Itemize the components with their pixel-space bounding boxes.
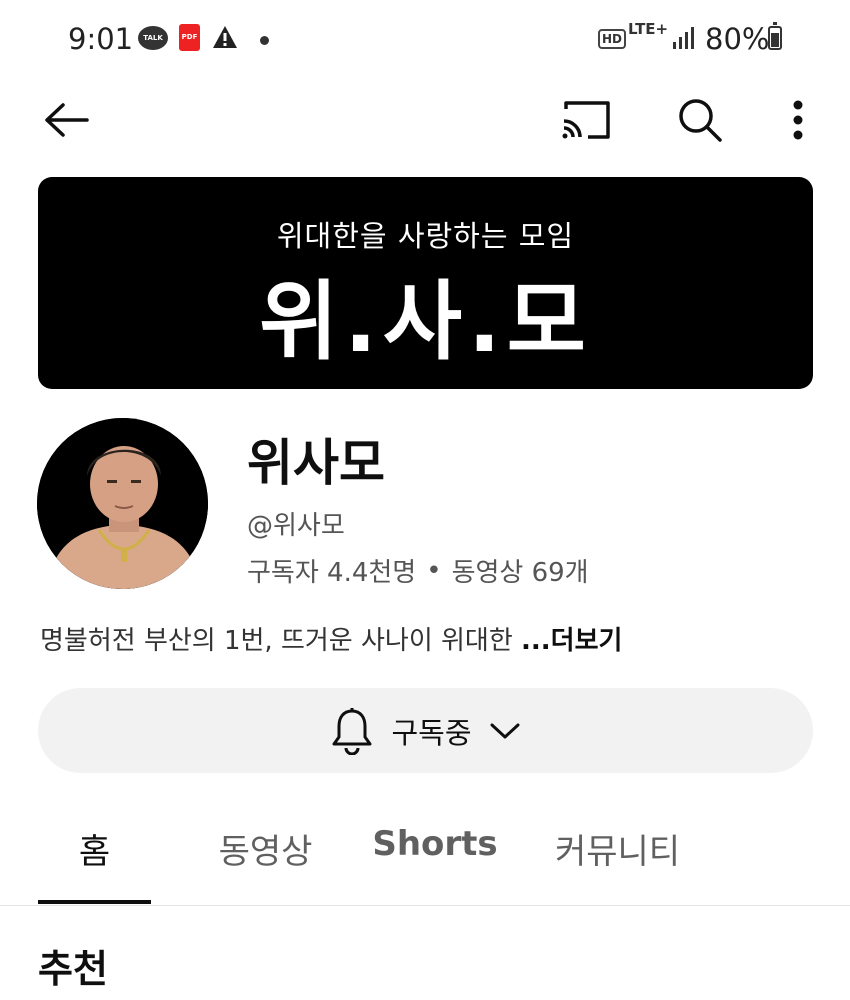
channel-handle: @위사모 [247,511,345,541]
pdf-icon: PDF [179,24,200,51]
video-count: 동영상 69개 [451,558,589,588]
active-tab-indicator [38,900,151,904]
cast-button[interactable] [546,80,626,160]
status-bar: 9:01 TALK PDF HD LTE+ 80% [0,0,850,80]
banner-title: 위.사.모 [259,272,592,372]
channel-tabs: 홈 동영상 Shorts 커뮤니티 [0,800,850,906]
top-app-bar [0,80,850,165]
tab-shorts[interactable]: Shorts [366,824,504,864]
tab-videos[interactable]: 동영상 [198,824,333,873]
battery-percent: 80% [705,22,770,56]
channel-banner: 위대한을 사랑하는 모임 위.사.모 [38,177,813,389]
battery-icon [768,22,782,50]
subscribed-button[interactable]: 구독중 [38,688,813,773]
back-arrow-icon [45,103,89,137]
status-time: 9:01 [68,22,134,56]
avatar-image [37,418,208,589]
chevron-down-icon [490,723,520,738]
cast-icon [562,101,610,139]
tab-community[interactable]: 커뮤니티 [540,824,695,873]
description-text: 명불허전 부산의 1번, 뜨거운 사나이 위대한 [40,626,522,656]
search-icon [679,99,722,142]
bell-icon [332,707,372,755]
more-options-button[interactable] [758,80,838,160]
kakaotalk-icon: TALK [138,26,168,50]
signal-icon [672,26,696,54]
stats-separator: • [426,555,442,586]
more-vert-icon [793,100,803,140]
section-title-recommended: 추천 [38,947,108,991]
subscribed-label: 구독중 [391,715,472,750]
more-link[interactable]: ...더보기 [521,626,622,656]
warning-icon [212,25,238,53]
subscriber-count: 구독자 4.4천명 [247,558,417,588]
channel-stats: 구독자 4.4천명 • 동영상 69개 [247,552,589,589]
channel-name: 위사모 [247,434,385,492]
channel-avatar[interactable] [37,418,208,589]
lte-icon: LTE+ [628,20,669,38]
hd-voice-icon: HD [598,29,627,49]
back-button[interactable] [26,80,106,160]
banner-subtitle: 위대한을 사랑하는 모임 [276,219,575,253]
channel-description[interactable]: 명불허전 부산의 1번, 뜨거운 사나이 위대한 ...더보기 [40,620,622,657]
search-button[interactable] [660,80,740,160]
notification-dot-icon [260,36,269,45]
tab-home[interactable]: 홈 [38,824,151,873]
